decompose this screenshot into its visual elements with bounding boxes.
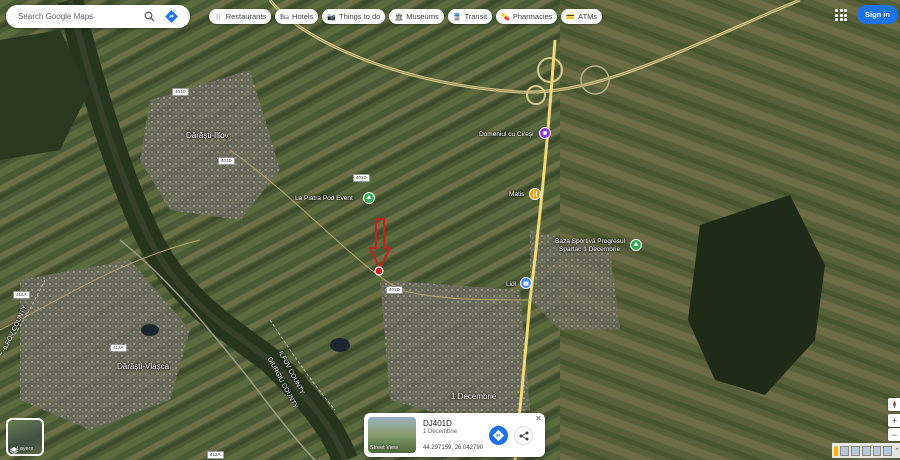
road-shield: 401D [218, 157, 235, 165]
zoom-out-button[interactable]: − [888, 428, 900, 441]
chip-things-to-do[interactable]: 📷 Things to do [322, 9, 386, 24]
poi-label-baza-sportiva-2[interactable]: Spartac 1 Decembrie [559, 246, 620, 253]
chip-label: Pharmacies [512, 12, 553, 21]
chip-label: Transit [464, 12, 488, 21]
compass-icon [893, 400, 896, 409]
chip-label: ATMs [578, 12, 598, 21]
place-label-1-decembrie[interactable]: 1 Decembrie [451, 392, 496, 401]
poi-label-baza-sportiva-1[interactable]: Baza Sportivă Progresul [555, 238, 625, 245]
chip-label: Things to do [339, 12, 381, 21]
zoom-in-button[interactable]: + [888, 414, 900, 427]
shopping-pin-icon[interactable] [520, 277, 532, 289]
pharmacy-icon: 💊 [501, 13, 510, 21]
food-pin-icon[interactable] [529, 188, 541, 200]
road-shield: 412A [13, 291, 30, 299]
chip-restaurants[interactable]: 🍴 Restaurants [209, 9, 272, 24]
road-shield: 401D [386, 286, 403, 294]
road-shield: 412A [207, 451, 224, 459]
chip-museums[interactable]: 🏛 Museums [389, 9, 444, 24]
chip-label: Museums [406, 12, 439, 21]
share-icon [519, 431, 528, 440]
search-box [6, 5, 190, 28]
satellite-map[interactable] [0, 0, 900, 460]
share-button[interactable] [514, 426, 533, 445]
layer-thumbnail[interactable] [872, 445, 882, 456]
place-title[interactable]: DJ401D [423, 419, 452, 428]
poi-label-domeniul[interactable]: Domeniul cu Cireși [479, 131, 534, 138]
poi-label-matis[interactable]: Matis [509, 191, 525, 198]
street-view-thumbnail[interactable]: Street View [368, 417, 416, 453]
place-label-darasti-ilfov[interactable]: Dărăști-Ilfov [186, 131, 229, 140]
pegman-icon[interactable] [834, 445, 839, 456]
search-icon[interactable] [142, 10, 156, 24]
chip-label: Hotels [292, 12, 314, 21]
event-pin-icon[interactable] [539, 127, 551, 139]
atm-icon: 💳 [566, 13, 576, 21]
search-input[interactable] [16, 11, 142, 22]
category-chips: 🍴 Restaurants 🛏 Hotels 📷 Things to do 🏛 Muse… [209, 9, 603, 24]
apps-grid-icon[interactable] [835, 9, 847, 21]
layer-thumbnail[interactable] [851, 445, 860, 456]
map-bottom-bar: ⌃ [832, 443, 900, 458]
road-shield: 401D [353, 174, 370, 182]
chip-label: Restaurants [225, 12, 267, 21]
directions-button[interactable] [489, 426, 508, 445]
park-pin-icon[interactable] [363, 192, 375, 204]
road-shield: 401D [172, 88, 189, 96]
museum-icon: 🏛 [394, 13, 404, 21]
compass-button[interactable] [888, 398, 900, 411]
layer-thumbnail[interactable] [861, 445, 871, 456]
chip-hotels[interactable]: 🛏 Hotels [275, 9, 319, 24]
chip-transit[interactable]: 🚆 Transit [447, 9, 493, 24]
place-coordinates[interactable]: 44.297159, 26.042790 [423, 445, 483, 451]
close-icon[interactable]: ✕ [534, 414, 543, 423]
restaurant-icon: 🍴 [214, 13, 223, 21]
camera-icon: 📷 [327, 13, 337, 21]
hotel-icon: 🛏 [280, 13, 290, 21]
layer-thumbnail[interactable] [840, 445, 850, 456]
place-subtitle: 1 Decembrie [423, 429, 458, 435]
layers-button[interactable]: Layers [6, 418, 44, 456]
sign-in-button[interactable]: Sign in [857, 5, 898, 24]
transit-icon: 🚆 [452, 13, 462, 21]
chip-atms[interactable]: 💳 ATMs [561, 9, 603, 24]
sports-pin-icon[interactable] [630, 239, 642, 251]
directions-icon[interactable] [164, 10, 178, 24]
street-view-label: Street View [370, 445, 399, 451]
chip-pharmacies[interactable]: 💊 Pharmacies [496, 9, 558, 24]
poi-label-la-piatra[interactable]: La Piatra Pod Event [295, 195, 353, 202]
expand-icon[interactable]: ⌃ [894, 447, 900, 455]
layers-label: Layers [16, 446, 34, 452]
directions-icon [493, 430, 504, 441]
place-card: Street View DJ401D 1 Decembrie 44.297159… [364, 413, 545, 457]
poi-label-lidl[interactable]: Lidl [506, 281, 516, 288]
dropped-pin-icon[interactable] [374, 266, 384, 276]
road-shield: 412A [110, 344, 127, 352]
place-label-darasti-vlasca[interactable]: Dărăști-Vlașca [117, 362, 169, 371]
layer-thumbnail[interactable] [883, 445, 893, 456]
